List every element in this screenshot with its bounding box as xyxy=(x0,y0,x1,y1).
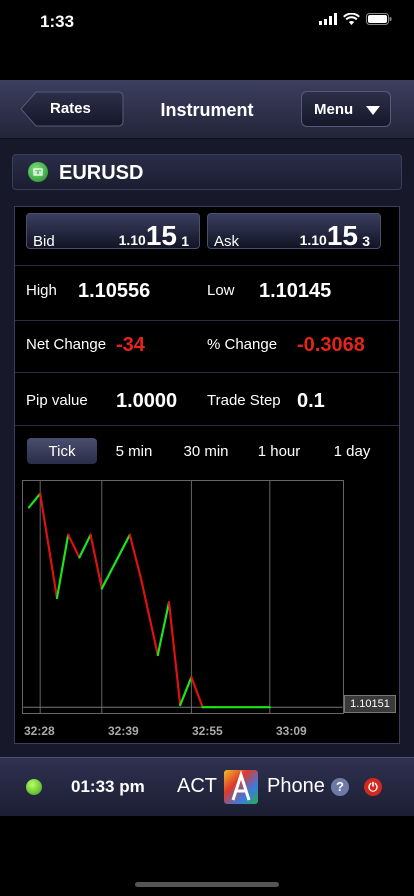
chart-segment xyxy=(55,533,70,600)
high-value: 1.10556 xyxy=(78,280,151,302)
chart-segment xyxy=(89,533,103,590)
row-divider xyxy=(15,425,399,426)
row-divider xyxy=(15,320,399,321)
connection-status-icon xyxy=(26,779,42,795)
trade-step-label: Trade Step xyxy=(207,392,281,409)
status-time: 1:33 xyxy=(40,12,75,31)
bid-price: 1.1015 xyxy=(119,220,177,252)
instrument-symbol: EURUSD xyxy=(59,162,144,184)
pct-change-label: % Change xyxy=(207,336,278,353)
power-icon[interactable]: ⏻ xyxy=(364,778,382,796)
high-label: High xyxy=(26,282,57,299)
ask-label: Ask xyxy=(214,233,240,250)
chart-segment xyxy=(128,533,143,580)
tab-5-min[interactable]: 5 min xyxy=(104,443,164,460)
x-tick-label: 32:39 xyxy=(108,724,139,738)
ask-button[interactable]: Ask 1.1015 3 xyxy=(207,213,381,252)
tick-chart[interactable] xyxy=(22,480,344,714)
help-icon[interactable]: ? xyxy=(331,778,349,796)
pip-value-value: 1.0000 xyxy=(116,390,178,412)
row-divider xyxy=(15,265,399,266)
pct-change-value: -0.3068 xyxy=(297,334,365,356)
bid-price-prefix: 1.10 xyxy=(118,232,146,248)
ask-price: 1.1015 xyxy=(300,220,358,252)
home-indicator xyxy=(135,882,279,887)
act-logo-icon xyxy=(224,770,258,804)
tab-1-hour[interactable]: 1 hour xyxy=(247,443,311,460)
battery-icon xyxy=(366,13,392,25)
tab-30-min[interactable]: 30 min xyxy=(172,443,240,460)
bid-price-pips: 15 xyxy=(145,220,177,251)
net-change-value: -34 xyxy=(116,334,145,356)
brand-phone-text: Phone xyxy=(267,775,325,797)
chart-segment xyxy=(167,601,182,707)
chart-segment xyxy=(67,533,81,559)
bid-label: Bid xyxy=(33,233,55,250)
status-icons xyxy=(319,13,392,25)
row-divider xyxy=(15,372,399,373)
low-value: 1.10145 xyxy=(259,280,332,302)
menu-button[interactable]: Menu xyxy=(301,91,391,127)
chart-segment xyxy=(179,676,193,707)
chart-segment xyxy=(78,533,92,559)
net-change-label: Net Change xyxy=(26,336,107,353)
bid-price-fraction: 1 xyxy=(181,233,189,249)
chart-segment xyxy=(27,492,42,509)
clock: 01:33 pm xyxy=(71,777,145,796)
tab-tick[interactable]: Tick xyxy=(27,443,97,460)
chart-segment xyxy=(156,601,171,657)
chart-segment xyxy=(190,676,204,709)
signal-icon xyxy=(319,13,337,25)
bid-button[interactable]: Bid 1.1015 1 xyxy=(26,213,200,252)
notch xyxy=(103,0,311,30)
tab-1-day[interactable]: 1 day xyxy=(322,443,382,460)
x-tick-label: 32:55 xyxy=(192,724,223,738)
x-tick-label: 33:09 xyxy=(276,724,307,738)
ask-price-pips: 15 xyxy=(326,220,358,251)
chart-segment xyxy=(100,533,131,590)
ask-price-prefix: 1.10 xyxy=(299,232,327,248)
last-price-label: 1.10151 xyxy=(344,695,396,713)
chart-segment xyxy=(139,577,159,657)
menu-button-label: Menu xyxy=(314,101,354,118)
ask-price-fraction: 3 xyxy=(362,233,370,249)
low-label: Low xyxy=(207,282,235,299)
wifi-icon xyxy=(343,13,360,25)
x-tick-label: 32:28 xyxy=(24,724,55,738)
chart-segment xyxy=(39,492,59,600)
brand-act-text: ACT xyxy=(177,775,217,797)
instrument-status-icon xyxy=(28,162,48,182)
trade-step-value: 0.1 xyxy=(297,390,325,412)
pip-value-label: Pip value xyxy=(26,392,88,409)
chevron-down-icon xyxy=(366,106,380,115)
